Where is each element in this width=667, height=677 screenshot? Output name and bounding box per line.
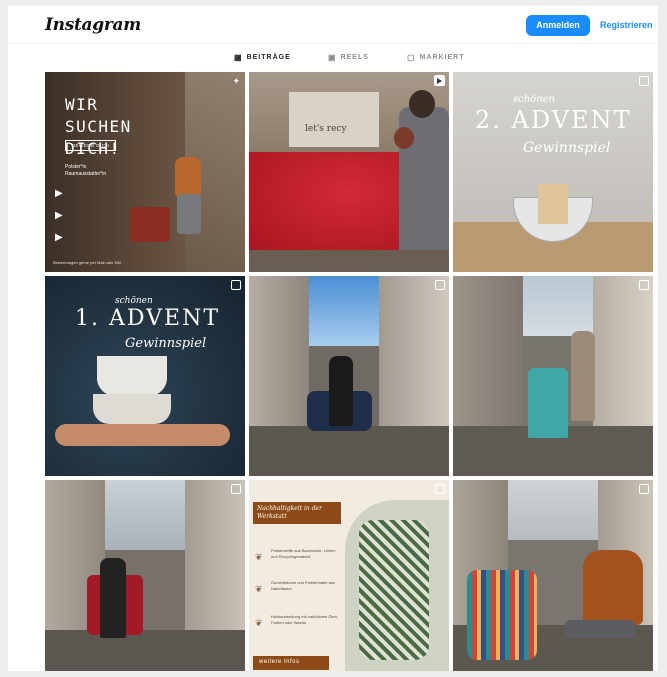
- person-shape: [583, 550, 643, 625]
- leaf-icon: ❦: [255, 552, 263, 562]
- advent-title: 2. ADVENT: [475, 106, 632, 134]
- chair-shape: [528, 368, 568, 438]
- tab-label: MARKIERT: [419, 54, 465, 61]
- person-shape: [571, 331, 595, 421]
- carousel-icon: [435, 484, 445, 494]
- info-item: Polsterstoffe aus Baumwolle, Leinen und …: [271, 548, 336, 559]
- chair-shape: [359, 520, 429, 660]
- leaf-icon: ❦: [255, 618, 263, 628]
- carousel-icon: [639, 76, 649, 86]
- apply-button: BEWERB DICH: [65, 140, 117, 151]
- profile-tabs: ▦ BEITRÄGE ▣ REELS ▢ MARKIERT: [8, 44, 658, 72]
- post-footer: Bewerbungen gerne per Mail oder DM: [53, 260, 121, 265]
- advent-small-text: schönen: [115, 296, 153, 306]
- play-icon: ▶: [55, 232, 63, 243]
- person-shape: [329, 356, 353, 426]
- info-item: Gummibäume und Polstermatte aus Naturfas…: [271, 580, 336, 591]
- hand-shape: [55, 424, 230, 446]
- instagram-logo[interactable]: Instagram: [45, 15, 141, 35]
- carousel-icon: [231, 280, 241, 290]
- advent-small-text: schönen: [513, 94, 555, 105]
- tagged-icon: ▢: [407, 53, 416, 62]
- book-shape: [538, 184, 568, 224]
- cup-shape: [93, 394, 171, 424]
- post-job-ad[interactable]: WIR SUCHEN DICH! BEWERB DICH Polster*in …: [45, 72, 245, 272]
- table-shape: [249, 250, 449, 272]
- person-legs-shape: [177, 194, 201, 234]
- carousel-icon: [639, 280, 649, 290]
- chair-shape: [467, 570, 537, 660]
- instagram-profile-page: Instagram Anmelden Registrieren ▦ BEITRÄ…: [8, 6, 658, 671]
- tab-label: REELS: [340, 54, 369, 61]
- post-advent-1[interactable]: schönen 1. ADVENT Gewinnspiel: [45, 276, 245, 476]
- carousel-icon: [435, 280, 445, 290]
- reels-icon: ▣: [328, 53, 337, 62]
- info-item: Holzbearbeitung mit natürlichen Ölen, Fa…: [271, 614, 338, 625]
- register-link[interactable]: Registrieren: [600, 15, 653, 36]
- advent-title: 1. ADVENT: [75, 306, 220, 331]
- person-shape: [175, 157, 201, 197]
- tab-reels[interactable]: ▣ REELS: [328, 53, 369, 62]
- post-striped-chair[interactable]: [453, 480, 653, 671]
- advent-script: Gewinnspiel: [523, 140, 611, 156]
- play-icon: ▶: [55, 188, 63, 199]
- carousel-icon: [231, 484, 241, 494]
- grid-icon: ▦: [234, 53, 243, 62]
- pin-icon: ✦: [232, 76, 240, 86]
- sign-board: [289, 92, 379, 147]
- play-icon: ▶: [55, 210, 63, 221]
- yarn-ball: [394, 127, 414, 149]
- post-line: Raumausstatter*in: [65, 171, 107, 177]
- chair-shape: [130, 207, 170, 242]
- ground-shape: [45, 630, 245, 671]
- cup-shape: [97, 356, 167, 396]
- post-sustainability[interactable]: Nachhaltigkeit in der Werkstatt ❦ ❦ ❦ Po…: [249, 480, 449, 671]
- post-line: Polster*in: [65, 164, 87, 170]
- person-shape: [100, 558, 126, 638]
- ground-shape: [249, 426, 449, 476]
- post-teal-chair[interactable]: [453, 276, 653, 476]
- post-red-chair[interactable]: [45, 480, 245, 671]
- person-legs-shape: [565, 620, 635, 638]
- post-alley-blue-chair[interactable]: [249, 276, 449, 476]
- reel-icon: [434, 75, 445, 86]
- sign-text: let's recy: [305, 124, 347, 134]
- person-head-shape: [409, 90, 435, 118]
- leaf-icon: ❦: [255, 584, 263, 594]
- tab-posts[interactable]: ▦ BEITRÄGE: [234, 53, 291, 62]
- top-bar: Instagram Anmelden Registrieren: [8, 6, 658, 44]
- carousel-icon: [639, 484, 649, 494]
- login-button[interactable]: Anmelden: [526, 15, 590, 36]
- post-advent-2[interactable]: schönen 2. ADVENT Gewinnspiel: [453, 72, 653, 272]
- advent-script: Gewinnspiel: [125, 336, 207, 351]
- post-heading: Nachhaltigkeit in der Werkstatt: [257, 505, 322, 520]
- post-sewing[interactable]: let's recy: [249, 72, 449, 272]
- tab-label: BEITRÄGE: [246, 54, 291, 61]
- tab-tagged[interactable]: ▢ MARKIERT: [407, 53, 465, 62]
- info-button: weitere Infos: [259, 659, 300, 665]
